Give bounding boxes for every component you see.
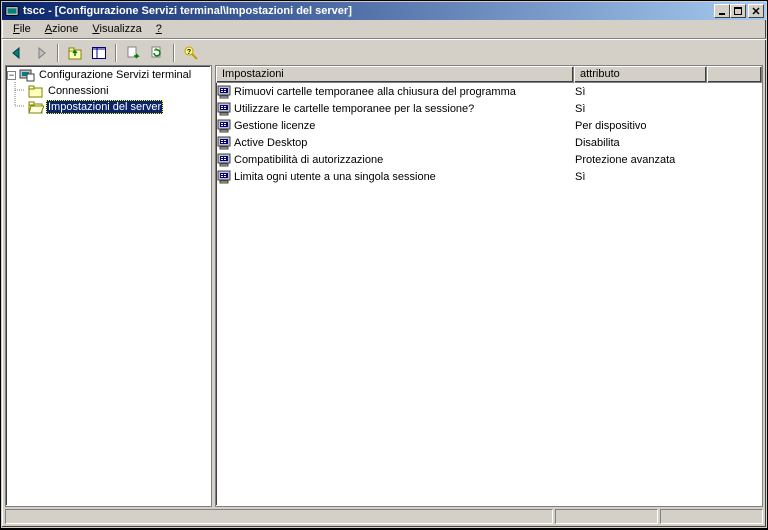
status-main [5, 509, 553, 524]
back-button[interactable] [6, 42, 28, 64]
help-button[interactable]: ? [180, 42, 202, 64]
cell-setting: Active Desktop [216, 135, 574, 151]
cell-setting: Gestione licenze [216, 118, 574, 134]
show-hide-tree-button[interactable] [88, 42, 110, 64]
menu-azione[interactable]: Azione [38, 21, 86, 37]
tree-connections-label: Connessioni [46, 84, 111, 98]
toolbar: ? [2, 39, 766, 65]
cell-attribute: Sì [574, 103, 707, 115]
setting-icon [217, 135, 233, 151]
col-settings[interactable]: Impostazioni [216, 66, 574, 83]
minimize-button[interactable] [714, 4, 730, 18]
list-panel[interactable]: Impostazioni attributo Rimuovi cartelle … [215, 65, 763, 507]
setting-text: Active Desktop [234, 137, 307, 149]
list-row[interactable]: Utilizzare le cartelle temporanee per la… [216, 100, 762, 117]
setting-text: Utilizzare le cartelle temporanee per la… [234, 103, 474, 115]
list-row[interactable]: Compatibilità di autorizzazione Protezion… [216, 151, 762, 168]
setting-icon [217, 152, 233, 168]
export-button[interactable] [122, 42, 144, 64]
tree-server-settings-label: Impostazioni del server [46, 100, 163, 114]
statusbar [2, 507, 766, 527]
setting-icon [217, 118, 233, 134]
status-pane-1 [555, 509, 658, 524]
toolbar-separator [115, 44, 117, 62]
list-row[interactable]: Gestione licenze Per dispositivo [216, 117, 762, 134]
content-area: − Configurazione Servizi terminal Connes… [2, 65, 766, 507]
menu-file[interactable]: File [6, 21, 38, 37]
list-header: Impostazioni attributo [216, 66, 762, 83]
col-extra[interactable] [707, 66, 762, 83]
list-row[interactable]: Limita ogni utente a una singola session… [216, 168, 762, 185]
cell-setting: Utilizzare le cartelle temporanee per la… [216, 101, 574, 117]
cell-setting: Compatibilità di autorizzazione [216, 152, 574, 168]
cell-attribute: Sì [574, 171, 707, 183]
setting-icon [217, 84, 233, 100]
tree-root[interactable]: − Configurazione Servizi terminal [7, 67, 210, 83]
refresh-button[interactable] [146, 42, 168, 64]
folder-icon [28, 83, 44, 99]
tree-server-settings[interactable]: Impostazioni del server [7, 99, 210, 115]
toolbar-separator [173, 44, 175, 62]
status-pane-2 [660, 509, 763, 524]
cell-attribute: Per dispositivo [574, 120, 707, 132]
col-attribute[interactable]: attributo [574, 66, 707, 83]
cell-setting: Rimuovi cartelle temporanee alla chiusur… [216, 84, 574, 100]
list-body: Rimuovi cartelle temporanee alla chiusur… [216, 83, 762, 506]
close-button[interactable] [748, 4, 764, 18]
setting-text: Limita ogni utente a una singola session… [234, 171, 436, 183]
setting-text: Rimuovi cartelle temporanee alla chiusur… [234, 86, 516, 98]
menu-visualizza[interactable]: Visualizza [85, 21, 148, 37]
app-icon [4, 3, 20, 19]
main-window: tscc - [Configurazione Servizi terminal\… [1, 1, 767, 528]
titlebar[interactable]: tscc - [Configurazione Servizi terminal\… [2, 2, 766, 20]
tree-connections[interactable]: Connessioni [7, 83, 210, 99]
tree-root-label: Configurazione Servizi terminal [37, 68, 193, 82]
menu-help[interactable]: ? [149, 21, 169, 37]
cell-attribute: Disabilita [574, 137, 707, 149]
menubar: File Azione Visualizza ? [2, 20, 766, 39]
maximize-button[interactable] [730, 4, 746, 18]
up-button[interactable] [64, 42, 86, 64]
forward-button[interactable] [30, 42, 52, 64]
setting-icon [217, 169, 233, 185]
collapse-icon[interactable]: − [7, 71, 16, 80]
cell-attribute: Protezione avanzata [574, 154, 707, 166]
title-text: tscc - [Configurazione Servizi terminal\… [23, 5, 714, 17]
cell-setting: Limita ogni utente a una singola session… [216, 169, 574, 185]
folder-open-icon [28, 99, 44, 115]
setting-text: Compatibilità di autorizzazione [234, 154, 383, 166]
cell-attribute: Sì [574, 86, 707, 98]
setting-text: Gestione licenze [234, 120, 315, 132]
svg-text:?: ? [187, 49, 191, 56]
list-row[interactable]: Active Desktop Disabilita [216, 134, 762, 151]
tree-panel[interactable]: − Configurazione Servizi terminal Connes… [5, 65, 212, 507]
toolbar-separator [57, 44, 59, 62]
list-row[interactable]: Rimuovi cartelle temporanee alla chiusur… [216, 83, 762, 100]
setting-icon [217, 101, 233, 117]
